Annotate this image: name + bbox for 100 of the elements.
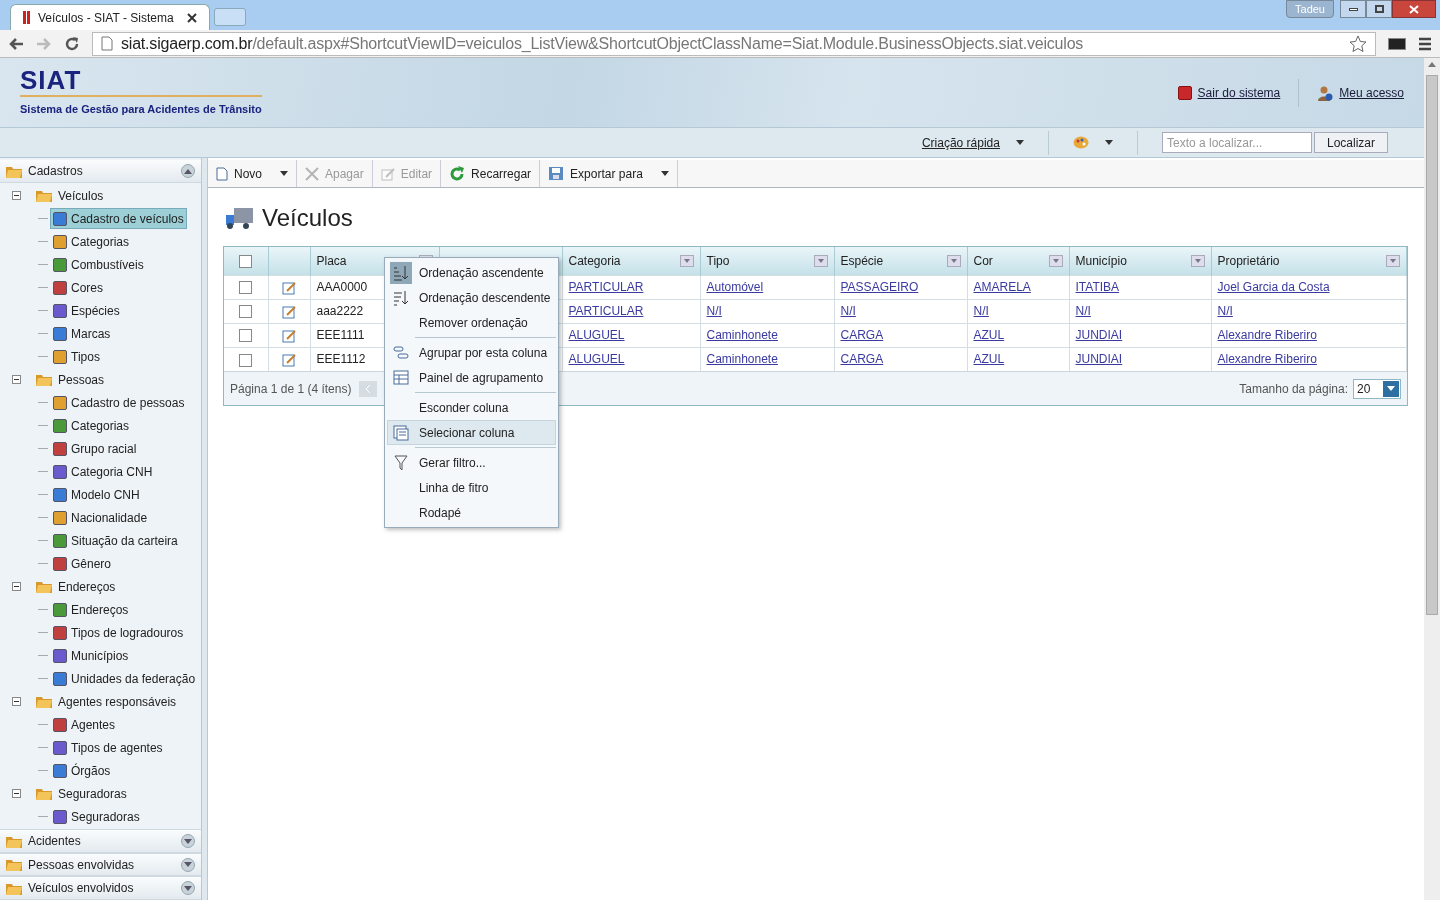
tree-item[interactable]: Marcas <box>50 323 114 345</box>
tree-item[interactable]: Espécies <box>50 300 123 322</box>
table-link[interactable]: Automóvel <box>706 280 764 294</box>
terminal-icon[interactable] <box>1388 37 1406 50</box>
tree-item[interactable]: Cores <box>50 277 106 299</box>
expand-icon[interactable] <box>181 857 195 872</box>
column-header[interactable]: Placa <box>316 251 347 270</box>
tree-item[interactable]: Unidades da federação <box>50 668 199 690</box>
section-header[interactable]: Veículos envolvidos <box>0 876 201 900</box>
table-link[interactable]: N/I <box>706 304 722 318</box>
table-link[interactable]: PARTICULAR <box>568 304 644 318</box>
table-link[interactable]: CARGA <box>840 328 884 342</box>
tree-item[interactable]: Agentes <box>50 714 119 736</box>
tree-item[interactable]: Seguradoras <box>50 806 143 828</box>
table-link[interactable]: N/I <box>1075 304 1091 318</box>
table-link[interactable]: N/I <box>973 304 989 318</box>
edit-icon[interactable] <box>282 353 296 368</box>
star-icon[interactable] <box>1349 34 1367 53</box>
column-header[interactable]: Proprietário <box>1217 251 1280 270</box>
tree-item[interactable]: Tipos de logradouros <box>50 622 187 644</box>
tree-item[interactable]: Tipos <box>50 346 103 368</box>
user-icon[interactable] <box>1317 84 1334 101</box>
toolbar-button[interactable]: Novo <box>208 160 297 187</box>
browser-tab[interactable]: Veículos - SIAT - Sistema <box>10 4 210 30</box>
account-link[interactable]: Meu acesso <box>1339 83 1404 102</box>
edit-icon[interactable] <box>282 280 296 295</box>
reload-icon[interactable] <box>64 35 80 52</box>
edit-icon[interactable] <box>282 328 296 343</box>
search-field[interactable]: Texto a localizar... <box>1161 132 1312 153</box>
row-checkbox[interactable] <box>239 305 253 319</box>
minimize-button[interactable] <box>1340 0 1366 18</box>
tree-item[interactable]: Situação da carteira <box>50 530 181 552</box>
select-all-checkbox[interactable] <box>239 255 253 269</box>
table-link[interactable]: N/I <box>840 304 856 318</box>
scrollbar[interactable] <box>1424 58 1440 900</box>
collapse-icon[interactable] <box>12 697 21 707</box>
column-menu-icon[interactable] <box>813 254 828 267</box>
section-header[interactable]: Cadastros <box>0 160 201 184</box>
section-header[interactable]: Acidentes <box>0 829 201 853</box>
menu-item[interactable]: Rodapé <box>387 500 556 525</box>
tree-item[interactable]: Cadastro de veículos <box>50 208 187 230</box>
table-link[interactable]: PASSAGEIRO <box>840 280 919 294</box>
menu-item[interactable]: Remover ordenação <box>387 310 556 335</box>
search-button[interactable]: Localizar <box>1313 132 1388 153</box>
collapse-icon[interactable] <box>12 582 21 592</box>
tree-item[interactable]: Categoria CNH <box>50 461 156 483</box>
collapse-icon[interactable] <box>12 789 21 799</box>
menu-item[interactable]: Ordenação ascendente <box>387 260 556 285</box>
menu-item[interactable]: Agrupar por esta coluna <box>387 340 556 365</box>
toolbar-button[interactable]: Recarregar <box>441 160 541 187</box>
tree-group[interactable]: Endereços <box>58 577 116 596</box>
tree-item[interactable]: Cadastro de pessoas <box>50 392 188 414</box>
close-window-button[interactable] <box>1392 0 1436 18</box>
tree-item[interactable]: Grupo racial <box>50 438 140 460</box>
column-menu-icon[interactable] <box>679 254 694 267</box>
table-link[interactable]: CARGA <box>840 352 884 367</box>
menu-icon[interactable] <box>1418 36 1432 51</box>
table-link[interactable]: Alexandre Riberiro <box>1217 328 1317 342</box>
table-link[interactable]: AZUL <box>973 352 1005 367</box>
tree-item[interactable]: Tipos de agentes <box>50 737 166 759</box>
menu-item[interactable]: Selecionar coluna <box>387 420 556 445</box>
caret-icon[interactable] <box>1015 140 1024 145</box>
table-link[interactable]: Alexandre Riberiro <box>1217 352 1317 367</box>
menu-item[interactable]: Linha de fitro <box>387 475 556 500</box>
expand-icon[interactable] <box>181 834 195 849</box>
close-icon[interactable] <box>187 12 197 23</box>
table-link[interactable]: AMARELA <box>973 280 1031 294</box>
menu-item[interactable]: Ordenação descendente <box>387 285 556 310</box>
back-icon[interactable] <box>8 36 24 51</box>
table-link[interactable]: ALUGUEL <box>568 328 625 342</box>
table-link[interactable]: Joel Garcia da Costa <box>1217 280 1330 294</box>
tree-group[interactable]: Pessoas <box>58 370 105 389</box>
menu-item[interactable]: Esconder coluna <box>387 395 556 420</box>
tree-item[interactable]: Combustíveis <box>50 254 147 276</box>
collapse-icon[interactable] <box>181 164 195 179</box>
toolbar-button[interactable]: Exportar para <box>540 160 678 187</box>
column-header[interactable]: Tipo <box>706 251 730 270</box>
row-checkbox[interactable] <box>239 329 253 343</box>
tree-group[interactable]: Agentes responsáveis <box>58 692 177 711</box>
column-header[interactable]: Cor <box>973 251 993 270</box>
table-link[interactable]: N/I <box>1217 304 1233 318</box>
tree-item[interactable]: Categorias <box>50 231 133 253</box>
column-menu-icon[interactable] <box>1190 254 1205 267</box>
tree-item[interactable]: Categorias <box>50 415 133 437</box>
address-bar[interactable]: siat.sigaerp.com.br/default.aspx#ShortcutViewID=veiculos_ListView&ShortcutObjectClassName=Siat.Module.BusinessObjects.siat.veiculos <box>92 31 1376 56</box>
table-link[interactable]: Caminhonete <box>706 328 778 342</box>
table-link[interactable]: ALUGUEL <box>568 352 625 367</box>
column-header[interactable]: Município <box>1075 251 1127 270</box>
table-link[interactable]: ITATIBA <box>1075 280 1120 294</box>
table-link[interactable]: PARTICULAR <box>568 280 644 294</box>
collapse-icon[interactable] <box>12 375 21 385</box>
column-header[interactable]: Espécie <box>840 251 884 270</box>
maximize-button[interactable] <box>1366 0 1392 18</box>
column-menu-icon[interactable] <box>1048 254 1063 267</box>
table-link[interactable]: Caminhonete <box>706 352 778 367</box>
page-size-dropdown[interactable]: 20 <box>1353 378 1401 399</box>
expand-icon[interactable] <box>181 881 195 896</box>
column-menu-icon[interactable] <box>1386 254 1400 267</box>
caret-icon[interactable] <box>1104 140 1113 145</box>
table-link[interactable]: JUNDIAI <box>1075 352 1123 367</box>
